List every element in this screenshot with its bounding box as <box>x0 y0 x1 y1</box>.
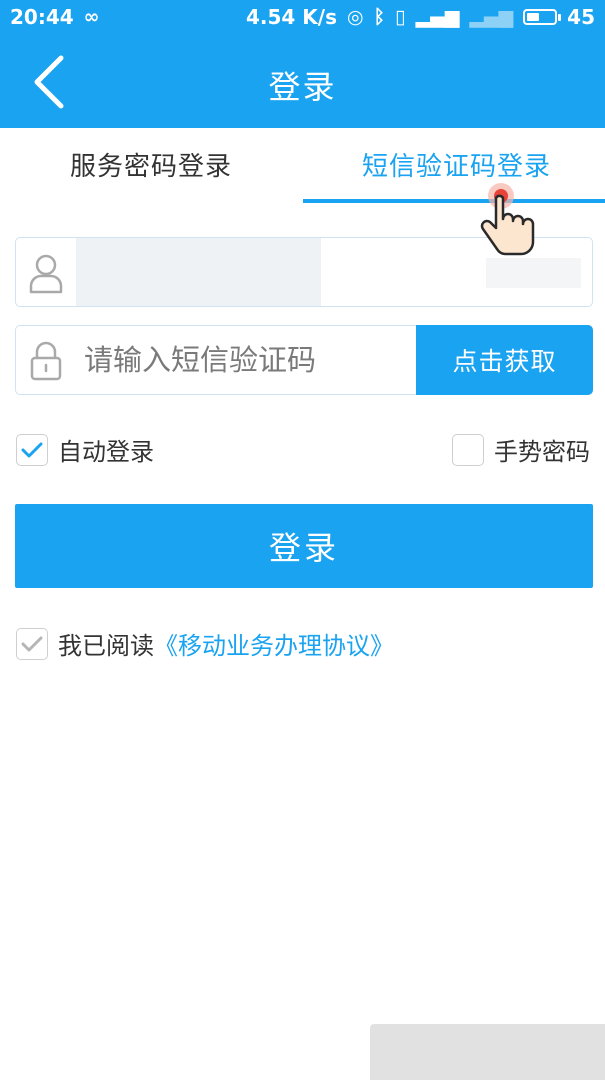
agreement-row: 我已阅读 《移动业务办理协议》 <box>16 626 394 661</box>
user-icon <box>29 254 63 294</box>
get-code-button[interactable]: 点击获取 <box>416 325 593 395</box>
agreement-link[interactable]: 《移动业务办理协议》 <box>154 626 394 661</box>
login-button[interactable]: 登录 <box>15 504 593 588</box>
signal-icon: ▂▄▆ <box>415 6 460 28</box>
sms-code-input[interactable] <box>84 326 404 394</box>
infinity-icon: ∞ <box>83 6 100 28</box>
auto-login-label: 自动登录 <box>58 438 154 466</box>
status-time: 20:44 <box>10 5 74 29</box>
network-speed: 4.54 K/s <box>245 5 337 29</box>
vibrate-icon: ▯ <box>395 6 406 28</box>
agreement-checkbox[interactable] <box>16 627 48 660</box>
hotspot-icon: ◎ <box>347 6 364 28</box>
auto-login-checkbox[interactable] <box>16 433 48 466</box>
pointer-hand-icon <box>480 183 535 256</box>
app-header: 登录 <box>0 34 605 128</box>
tab-service-password[interactable]: 服务密码登录 <box>70 146 232 183</box>
bluetooth-icon: ᛒ <box>373 6 385 28</box>
battery-icon <box>523 9 562 25</box>
agreement-prefix: 我已阅读 <box>58 632 154 660</box>
gesture-password-label: 手势密码 <box>494 438 590 466</box>
gesture-password-option[interactable]: 手势密码 <box>452 432 590 467</box>
checkmark-icon <box>21 442 43 457</box>
gesture-password-checkbox[interactable] <box>452 433 484 466</box>
checkmark-icon <box>21 636 43 651</box>
masked-phone-region <box>76 238 321 306</box>
battery-level: 45 <box>567 5 595 29</box>
page-title: 登录 <box>268 68 337 106</box>
auto-login-option[interactable]: 自动登录 <box>16 432 154 467</box>
lock-icon <box>30 341 62 381</box>
status-bar: 20:44 ∞ 4.54 K/s ◎ ᛒ ▯ ▂▄▆ ▂▄▆ 45 <box>0 0 605 34</box>
masked-region <box>486 258 581 288</box>
active-tab-indicator <box>303 199 605 203</box>
sms-code-field <box>15 325 417 395</box>
signal-weak-icon: ▂▄▆ <box>469 6 514 28</box>
watermark <box>370 1024 605 1080</box>
